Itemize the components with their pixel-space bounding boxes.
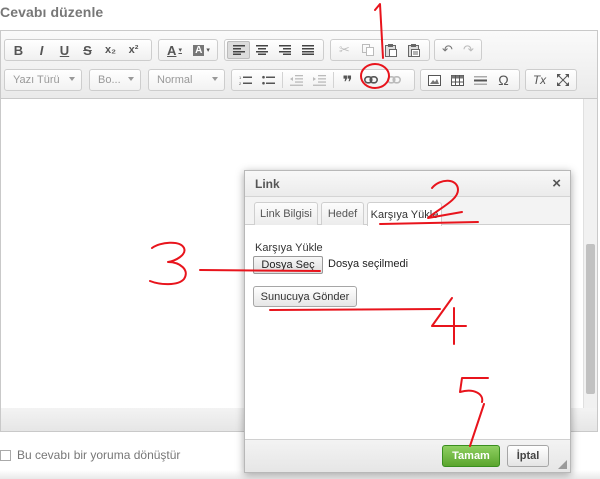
annotation-number-2 bbox=[427, 179, 463, 219]
annotation-line-send-button bbox=[269, 308, 441, 311]
annotation-line-choose-file bbox=[199, 269, 321, 272]
annotation-number-1 bbox=[374, 3, 384, 59]
annotation-overlay bbox=[149, 3, 489, 447]
annotation-number-5 bbox=[459, 377, 489, 447]
annotation-underline-upload-tab bbox=[379, 221, 479, 225]
annotation-number-3 bbox=[149, 241, 187, 286]
annotation-circle-link bbox=[360, 63, 390, 89]
annotation-number-4 bbox=[431, 297, 467, 345]
